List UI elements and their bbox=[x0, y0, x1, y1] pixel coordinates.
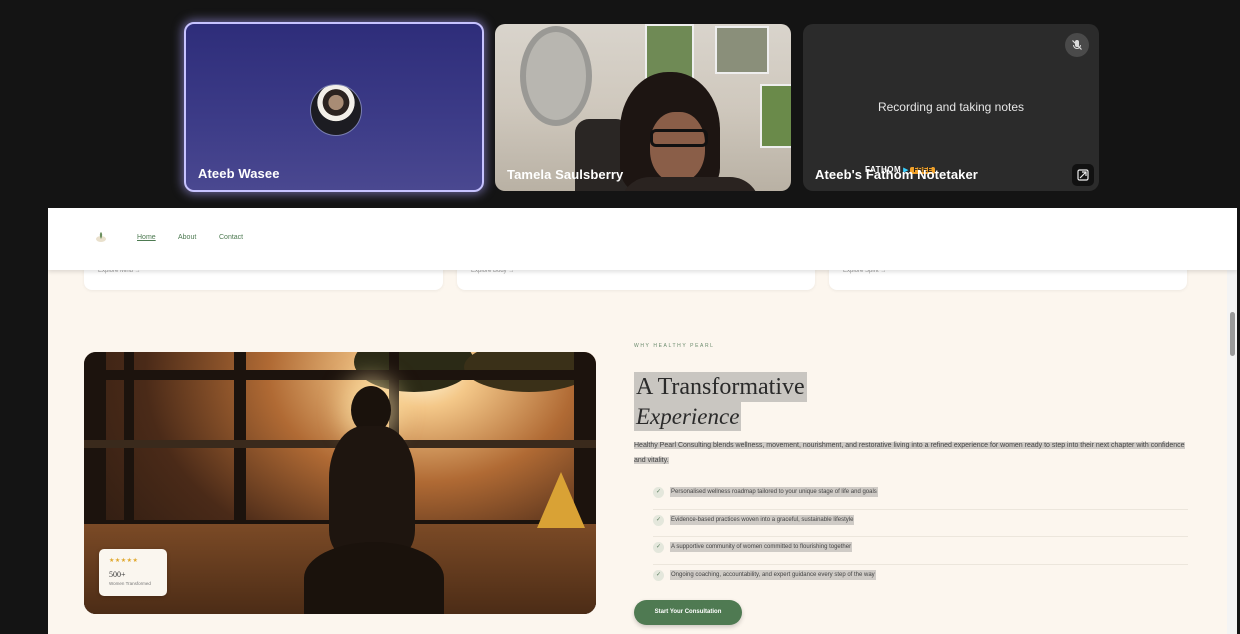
participant-video bbox=[620, 72, 760, 191]
meditating-woman bbox=[299, 382, 449, 614]
stat-card: ★★★★★ 500+ Women Transformed bbox=[99, 549, 167, 596]
recording-status: Recording and taking notes bbox=[877, 100, 1025, 114]
start-consultation-button[interactable]: Start Your Consultation bbox=[634, 600, 742, 625]
participant-name: Ateeb's Fathom Notetaker bbox=[815, 167, 978, 182]
stat-label: Women Transformed bbox=[109, 581, 151, 586]
leaf-logo-icon[interactable] bbox=[94, 230, 108, 244]
section-lead: Healthy Pearl Consulting blends wellness… bbox=[634, 438, 1194, 468]
list-item: ✓ Personalised wellness roadmap tailored… bbox=[653, 482, 1188, 510]
list-item: ✓ Evidence-based practices woven into a … bbox=[653, 510, 1188, 537]
check-icon: ✓ bbox=[653, 514, 664, 526]
benefit-text: A supportive community of women committe… bbox=[670, 542, 853, 552]
list-item: ✓ Ongoing coaching, accountability, and … bbox=[653, 565, 1188, 592]
wall-photo bbox=[760, 84, 791, 148]
list-item: ✓ A supportive community of women commit… bbox=[653, 537, 1188, 565]
lead-text: Healthy Pearl Consulting blends wellness… bbox=[634, 442, 1185, 464]
background-mirror bbox=[520, 26, 592, 126]
nav-contact-link[interactable]: Contact bbox=[219, 234, 243, 241]
nav-home-link[interactable]: Home bbox=[137, 234, 156, 241]
check-icon: ✓ bbox=[653, 487, 664, 498]
section-heading: A Transformative Experience bbox=[634, 372, 807, 431]
participant-tile-ateeb[interactable]: Ateeb Wasee bbox=[184, 22, 484, 192]
participant-name: Ateeb Wasee bbox=[198, 166, 280, 181]
heading-line-2: Experience bbox=[634, 402, 742, 431]
rating-stars: ★★★★★ bbox=[109, 558, 139, 564]
avatar bbox=[310, 84, 362, 136]
heading-line-1: A Transformative bbox=[634, 372, 807, 402]
shared-website: Home About Contact Explore Mind → Explor… bbox=[48, 208, 1237, 634]
benefit-text: Ongoing coaching, accountability, and ex… bbox=[670, 569, 876, 580]
site-navbar: Home About Contact bbox=[48, 208, 1237, 270]
meditation-image: ★★★★★ 500+ Women Transformed bbox=[84, 352, 596, 614]
mic-off-icon bbox=[1065, 33, 1089, 57]
section-eyebrow: WHY HEALTHY PEARL bbox=[634, 343, 715, 349]
scrollbar[interactable]: ▲ bbox=[1227, 208, 1237, 634]
pip-icon[interactable] bbox=[1072, 164, 1094, 186]
stat-number: 500+ bbox=[109, 570, 126, 579]
check-icon: ✓ bbox=[653, 542, 664, 553]
scrollbar-thumb[interactable] bbox=[1230, 312, 1235, 356]
benefit-list: ✓ Personalised wellness roadmap tailored… bbox=[653, 482, 1188, 591]
check-icon: ✓ bbox=[653, 569, 664, 581]
benefit-text: Personalised wellness roadmap tailored t… bbox=[670, 487, 878, 497]
participant-tile-fathom[interactable]: Recording and taking notes FATHOM ▶ FREE… bbox=[803, 24, 1099, 191]
tent bbox=[537, 472, 585, 528]
participant-tile-tamela[interactable]: Tamela Saulsberry bbox=[495, 24, 791, 191]
benefit-text: Evidence-based practices woven into a gr… bbox=[670, 514, 855, 525]
participant-name: Tamela Saulsberry bbox=[507, 167, 624, 182]
wall-photo bbox=[715, 26, 769, 74]
nav-about-link[interactable]: About bbox=[178, 234, 196, 241]
